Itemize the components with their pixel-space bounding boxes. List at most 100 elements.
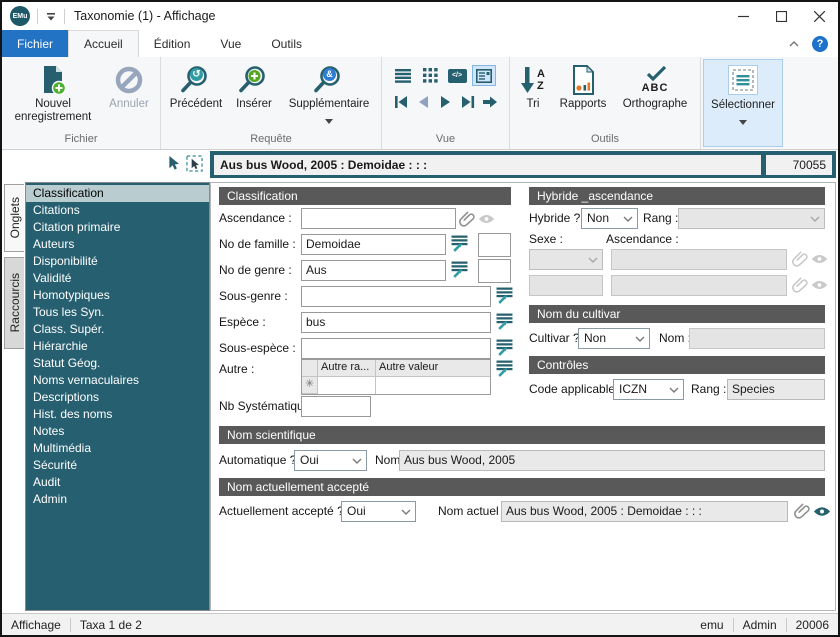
attach-icon[interactable] xyxy=(459,210,475,230)
view-form-button[interactable] xyxy=(472,65,496,86)
sidebar-item-disponibilite[interactable]: Disponibilité xyxy=(26,253,209,270)
last-record-button[interactable] xyxy=(458,91,477,112)
sexe-dropdown[interactable] xyxy=(529,249,603,270)
sidebar-item-tous-les-syn[interactable]: Tous les Syn. xyxy=(26,304,209,321)
sidebar-item-homotypiques[interactable]: Homotypiques xyxy=(26,287,209,304)
new-record-button[interactable]: Nouvel enregistrement xyxy=(5,57,101,132)
view-grid-button[interactable] xyxy=(418,65,442,86)
autre-table[interactable]: Autre ra... Autre valeur ✳ xyxy=(301,359,491,395)
sidebar-item-securite[interactable]: Sécurité xyxy=(26,457,209,474)
hybride-extra-field[interactable] xyxy=(529,275,603,296)
view-icon[interactable] xyxy=(811,253,828,268)
new-record-icon xyxy=(39,62,67,98)
hybride-parent2-field[interactable] xyxy=(611,275,787,296)
famille-field[interactable]: Demoidae xyxy=(301,234,446,255)
attach-icon[interactable] xyxy=(792,276,808,296)
first-record-button[interactable] xyxy=(391,91,410,112)
autre-table-header: Autre ra... Autre valeur xyxy=(302,360,490,377)
insert-query-button[interactable]: Insérer xyxy=(228,57,280,132)
view-icon[interactable] xyxy=(811,279,828,294)
hybride-dropdown[interactable]: Non xyxy=(581,208,638,229)
tab-edition[interactable]: Édition xyxy=(139,30,206,57)
sidebar-item-citation-primaire[interactable]: Citation primaire xyxy=(26,219,209,236)
tab-vue[interactable]: Vue xyxy=(205,30,256,57)
status-bar: Affichage Taxa 1 de 2 emu Admin 20006 xyxy=(2,613,838,635)
collapse-ribbon-icon[interactable] xyxy=(788,37,800,51)
ascendance-field[interactable] xyxy=(301,208,456,229)
attach-icon[interactable] xyxy=(792,250,808,270)
status-code: 20006 xyxy=(795,617,829,632)
sidebar-item-descriptions[interactable]: Descriptions xyxy=(26,389,209,406)
hybride-parent1-field[interactable] xyxy=(611,249,787,270)
record-header-row: Aus bus Wood, 2005 : Demoidae : : : 7005… xyxy=(4,151,836,178)
spellcheck-button[interactable]: ABC Orthographe xyxy=(613,57,697,132)
cancel-button[interactable]: Annuler xyxy=(101,57,157,132)
sous-espece-field[interactable] xyxy=(301,338,491,359)
sidebar-item-classification[interactable]: Classification xyxy=(26,185,209,202)
autre-table-new-row[interactable]: ✳ xyxy=(302,377,490,394)
sidebar-item-noms-vernaculaires[interactable]: Noms vernaculaires xyxy=(26,372,209,389)
autre-valeur-cell[interactable] xyxy=(376,377,490,394)
status-database: emu xyxy=(700,617,724,632)
close-button[interactable] xyxy=(800,2,838,30)
section-header-classification: Classification xyxy=(219,187,511,205)
previous-query-button[interactable]: ↺ Précédent xyxy=(164,57,228,132)
view-list-button[interactable] xyxy=(391,65,415,86)
reports-button[interactable]: Rapports xyxy=(553,57,613,132)
ascendance-label: Ascendance : xyxy=(219,211,292,225)
sort-button[interactable]: AZ Tri xyxy=(513,57,553,132)
record-number: 70055 xyxy=(766,154,832,175)
select-button[interactable]: Sélectionner xyxy=(703,59,783,147)
sidebar-tab-raccourcis[interactable]: Raccourcis xyxy=(4,257,24,349)
espece-field[interactable]: bus xyxy=(301,312,491,333)
sidebar-item-validite[interactable]: Validité xyxy=(26,270,209,287)
sidebar-item-class-super[interactable]: Class. Supér. xyxy=(26,321,209,338)
help-button[interactable]: ? xyxy=(812,35,828,52)
cultivar-nom-field[interactable] xyxy=(689,328,825,349)
cultivar-dropdown[interactable]: Non xyxy=(578,328,650,349)
nb-systematique-field[interactable] xyxy=(301,396,371,417)
sidebar-item-auteurs[interactable]: Auteurs xyxy=(26,236,209,253)
sidebar-item-statut-geog[interactable]: Statut Géog. xyxy=(26,355,209,372)
select-region-cursor-icon[interactable] xyxy=(186,154,203,175)
view-icon[interactable] xyxy=(813,505,831,521)
view-icon[interactable] xyxy=(478,213,495,228)
view-code-button[interactable]: </> xyxy=(445,65,469,86)
sidebar-item-hierarchie[interactable]: Hiérarchie xyxy=(26,338,209,355)
goto-record-button[interactable] xyxy=(481,91,500,112)
supplementary-query-button[interactable]: & Supplémentaire xyxy=(280,57,378,132)
automatique-dropdown[interactable]: Oui xyxy=(294,450,367,471)
quick-access-dropdown-icon[interactable] xyxy=(45,11,57,22)
maximize-button[interactable] xyxy=(762,2,800,30)
sous-genre-field[interactable] xyxy=(301,286,491,307)
lookup-icon[interactable] xyxy=(451,261,468,281)
sidebar-item-notes[interactable]: Notes xyxy=(26,423,209,440)
code-applicable-dropdown[interactable]: ICZN xyxy=(613,379,684,400)
actuellement-accepte-dropdown[interactable]: Oui xyxy=(341,501,416,522)
famille-irn-field[interactable] xyxy=(478,233,511,257)
lookup-icon[interactable] xyxy=(496,287,513,307)
previous-record-button[interactable] xyxy=(413,91,432,112)
attach-icon[interactable] xyxy=(794,502,810,522)
next-record-button[interactable] xyxy=(436,91,455,112)
tab-outils[interactable]: Outils xyxy=(256,30,317,57)
tab-accueil[interactable]: Accueil xyxy=(68,30,139,57)
sidebar-item-citations[interactable]: Citations xyxy=(26,202,209,219)
minimize-button[interactable] xyxy=(724,2,762,30)
pointer-cursor-icon[interactable] xyxy=(165,155,179,174)
autre-rang-cell[interactable] xyxy=(318,377,376,394)
tab-fichier[interactable]: Fichier xyxy=(2,30,69,57)
sidebar-item-audit[interactable]: Audit xyxy=(26,474,209,491)
genre-irn-field[interactable] xyxy=(478,259,511,283)
sidebar-item-multimedia[interactable]: Multimédia xyxy=(26,440,209,457)
lookup-icon[interactable] xyxy=(451,235,468,255)
genre-field[interactable]: Aus xyxy=(301,260,446,281)
hybride-rang-label: Rang : xyxy=(643,211,679,225)
hybride-rang-dropdown[interactable] xyxy=(678,208,825,229)
sidebar-tab-onglets[interactable]: Onglets xyxy=(4,184,24,252)
lookup-icon[interactable] xyxy=(496,339,513,359)
lookup-icon[interactable] xyxy=(496,313,513,333)
sidebar-item-admin[interactable]: Admin xyxy=(26,491,209,508)
lookup-icon[interactable] xyxy=(496,360,513,380)
sidebar-item-hist-des-noms[interactable]: Hist. des noms xyxy=(26,406,209,423)
